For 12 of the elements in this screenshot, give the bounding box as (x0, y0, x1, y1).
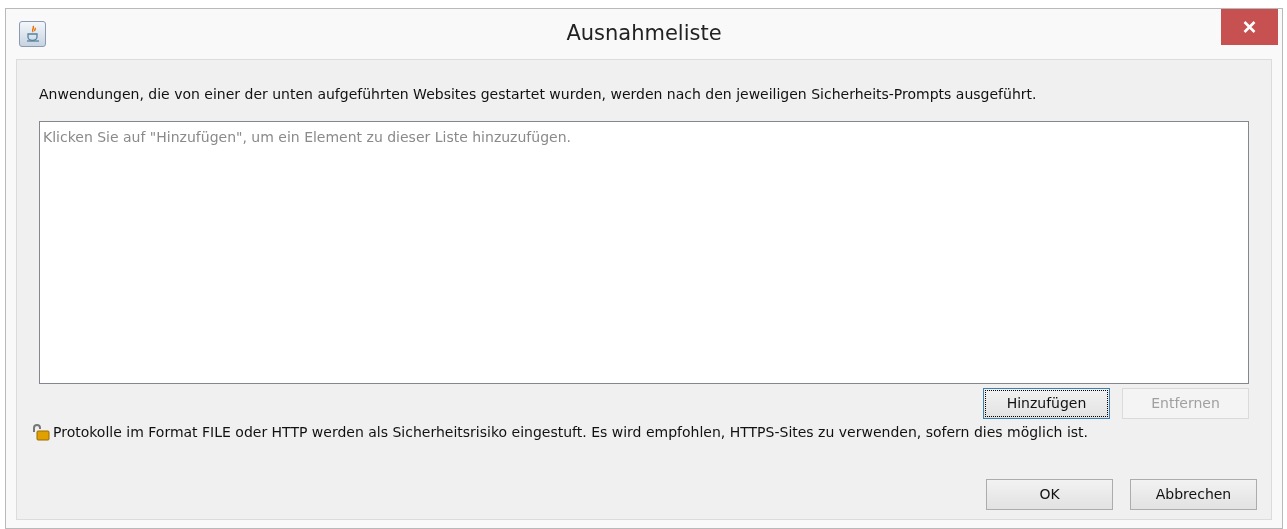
security-warning-text: Protokolle im Format FILE oder HTTP werden als Sicherheitsrisiko eingestuft. Es wird empfohlen, HTTPS-Sites zu verwenden, sofern dies möglich ist. (53, 423, 1089, 442)
description-text: Anwendungen, die von einer der unten aufgeführten Websites gestartet wurden, werden nach den jeweiligen Sicherheits-Prompts ausgeführt. (39, 85, 1038, 104)
app-icon (19, 21, 46, 47)
exception-list[interactable]: Klicken Sie auf "Hinzufügen", um ein Element zu dieser Liste hinzuzufügen. (39, 121, 1249, 384)
close-button[interactable] (1221, 9, 1278, 45)
window-title: Ausnahmeliste (566, 20, 722, 48)
ok-button[interactable]: OK (986, 479, 1113, 510)
cancel-button[interactable]: Abbrechen (1130, 479, 1257, 510)
placeholder-text: Klicken Sie auf "Hinzufügen", um ein Element zu dieser Liste hinzuzufügen. (43, 129, 571, 145)
close-icon (1243, 21, 1256, 33)
unlocked-padlock-icon (31, 424, 50, 441)
add-button[interactable]: Hinzufügen (983, 388, 1110, 419)
